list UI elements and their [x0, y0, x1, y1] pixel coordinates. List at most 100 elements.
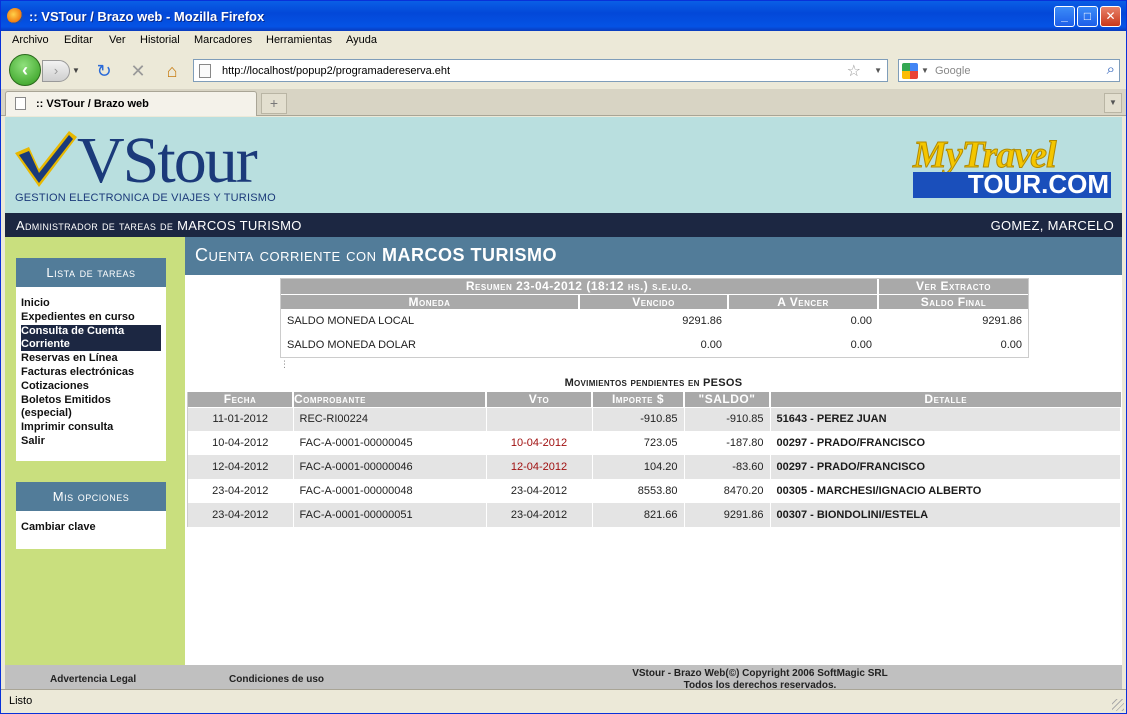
maximize-button[interactable]: □ — [1077, 6, 1098, 27]
table-cell: 8470.20 — [684, 479, 771, 503]
search-box[interactable]: ▼ Google ⌕ — [898, 59, 1120, 82]
options-box: Mis opciones Cambiar clave — [16, 482, 166, 549]
title-bar[interactable]: :: VSTour / Brazo web - Mozilla Firefox … — [1, 1, 1126, 31]
menu-ver[interactable]: Ver — [109, 34, 126, 46]
table-cell: 9291.86 — [982, 315, 1022, 328]
browser-window: :: VSTour / Brazo web - Mozilla Firefox … — [0, 0, 1127, 714]
sidebar: Lista de tareas Inicio Expedientes en cu… — [5, 237, 185, 665]
close-button[interactable]: ✕ — [1100, 6, 1121, 27]
window-title: :: VSTour / Brazo web - Mozilla Firefox — [29, 9, 265, 24]
task-list-header: Lista de tareas — [16, 258, 166, 287]
mytravel-logo-bottom: TOUR.COM — [967, 169, 1109, 199]
logo-text: VStour — [77, 124, 258, 197]
ver-extracto-link[interactable]: Ver Extracto — [878, 279, 1028, 295]
table-cell: -910.85 — [592, 407, 685, 431]
menu-archivo[interactable]: Archivo — [12, 34, 49, 46]
table-cell: 12-04-2012 — [486, 455, 593, 479]
menu-herramientas[interactable]: Herramientas — [266, 34, 332, 46]
divider: ⋮ — [280, 359, 289, 369]
column-header: Saldo Final — [878, 294, 1028, 310]
table-cell[interactable]: REC-RI00224 — [293, 407, 487, 431]
column-header: Comprobante — [293, 392, 487, 408]
resize-grip-icon[interactable] — [1112, 699, 1124, 711]
table-cell[interactable]: FAC-A-0001-00000048 — [293, 479, 487, 503]
site-footer: Advertencia Legal Condiciones de uso VSt… — [5, 665, 1122, 689]
table-cell: 51643 - PEREZ JUAN — [770, 407, 1121, 431]
page-content: VStour GESTION ELECTRONICA DE VIAJES Y T… — [5, 117, 1122, 689]
menu-editar[interactable]: Editar — [64, 34, 93, 46]
tab-label[interactable]: :: VSTour / Brazo web — [36, 98, 149, 110]
vstour-logo[interactable]: VStour GESTION ELECTRONICA DE VIAJES Y T… — [15, 125, 285, 210]
menu-ayuda[interactable]: Ayuda — [346, 34, 377, 46]
table-cell: 0.00 — [1000, 339, 1022, 351]
copyright: VStour - Brazo Web(©) Copyright 2006 Sof… — [545, 668, 975, 689]
table-cell: 8553.80 — [592, 479, 685, 503]
table-cell: 00305 - MARCHESI/IGNACIO ALBERTO — [770, 479, 1121, 503]
stop-icon[interactable]: ✕ — [127, 60, 149, 82]
sidebar-item-cuenta-corriente[interactable]: Consulta de Cuenta Corriente — [21, 325, 161, 351]
reload-icon[interactable]: ↻ — [93, 60, 115, 82]
terms-link[interactable]: Condiciones de uso — [229, 674, 324, 685]
page-icon — [199, 64, 211, 78]
minimize-button[interactable]: _ — [1054, 6, 1075, 27]
table-cell: 821.66 — [592, 503, 685, 527]
sidebar-item-facturas[interactable]: Facturas electrónicas — [21, 366, 161, 379]
column-header: A Vencer — [728, 294, 879, 310]
bookmark-star-icon[interactable]: ☆ — [847, 61, 861, 81]
table-cell[interactable]: FAC-A-0001-00000046 — [293, 455, 487, 479]
menu-marcadores[interactable]: Marcadores — [194, 34, 252, 46]
page-title-prefix: Cuenta corriente con — [195, 245, 383, 265]
task-list-box: Lista de tareas Inicio Expedientes en cu… — [16, 258, 166, 461]
table-cell: SALDO MONEDA LOCAL — [287, 315, 415, 328]
table-cell: 723.05 — [592, 431, 685, 455]
url-dropdown-icon[interactable]: ▼ — [874, 66, 882, 75]
column-header: Fecha — [188, 392, 294, 408]
table-cell[interactable]: FAC-A-0001-00000051 — [293, 503, 487, 527]
sidebar-item-expedientes[interactable]: Expedientes en curso — [21, 311, 161, 324]
sidebar-item-cotizaciones[interactable]: Cotizaciones — [21, 380, 161, 393]
table-cell: 23-04-2012 — [486, 503, 593, 527]
sidebar-item-inicio[interactable]: Inicio — [21, 297, 161, 310]
summary-table: Resumen 23-04-2012 (18:12 hs.) s.e.u.o. … — [280, 278, 1029, 358]
table-cell: 9291.86 — [682, 315, 722, 328]
sidebar-item-imprimir[interactable]: Imprimir consulta — [21, 421, 161, 434]
table-row: SALDO MONEDA LOCAL 9291.86 0.00 9291.86 — [281, 309, 1028, 333]
table-cell: 10-04-2012 — [188, 431, 294, 455]
table-cell: 104.20 — [592, 455, 685, 479]
url-bar[interactable]: http://localhost/popup2/programadereserv… — [193, 59, 888, 82]
search-icon[interactable]: ⌕ — [1107, 61, 1115, 78]
sidebar-item-reservas[interactable]: Reservas en Línea — [21, 352, 161, 365]
user-name: GOMEZ, MARCELO — [990, 218, 1114, 233]
back-button[interactable]: ‹ — [9, 54, 41, 86]
new-tab-button[interactable]: + — [261, 93, 287, 114]
sidebar-item-cambiar-clave[interactable]: Cambiar clave — [21, 521, 161, 534]
google-icon[interactable] — [902, 63, 918, 79]
navigation-toolbar: ‹ › ▼ ↻ ✕ ⌂ http://localhost/popup2/prog… — [1, 51, 1126, 89]
sidebar-item-salir[interactable]: Salir — [21, 435, 161, 448]
tab-list-dropdown-icon[interactable]: ▼ — [1104, 93, 1122, 113]
movements-table: Fecha Comprobante Vto Importe $ "SALDO" … — [187, 392, 1122, 527]
table-cell: 12-04-2012 — [188, 455, 294, 479]
url-text[interactable]: http://localhost/popup2/programadereserv… — [222, 65, 450, 77]
history-dropdown-icon[interactable]: ▼ — [72, 66, 80, 75]
legal-link[interactable]: Advertencia Legal — [50, 674, 136, 685]
table-cell: 0.00 — [850, 315, 872, 328]
movements-title: Movimientos pendientes en PESOS — [564, 377, 743, 389]
table-cell[interactable]: FAC-A-0001-00000045 — [293, 431, 487, 455]
forward-button[interactable]: › — [42, 60, 70, 82]
table-cell: 23-04-2012 — [188, 479, 294, 503]
tab-vstour[interactable]: :: VSTour / Brazo web — [5, 91, 257, 116]
sidebar-item-boletos[interactable]: Boletos Emitidos (especial) — [21, 394, 161, 420]
search-engine-dropdown-icon[interactable]: ▼ — [921, 66, 929, 75]
table-cell: 00297 - PRADO/FRANCISCO — [770, 455, 1121, 479]
mytravel-logo[interactable]: MyTravel TOUR.COM — [913, 135, 1111, 198]
search-placeholder[interactable]: Google — [935, 65, 970, 77]
page-title-company: MARCOS TURISMO — [382, 245, 558, 265]
page-icon — [15, 97, 26, 110]
menu-historial[interactable]: Historial — [140, 34, 180, 46]
column-header: "SALDO" — [684, 392, 771, 408]
column-header: Moneda — [281, 294, 580, 310]
home-icon[interactable]: ⌂ — [161, 60, 183, 82]
admin-bar: Administrador de tareas de MARCOS TURISM… — [5, 213, 1122, 237]
column-header: Detalle — [770, 392, 1121, 408]
